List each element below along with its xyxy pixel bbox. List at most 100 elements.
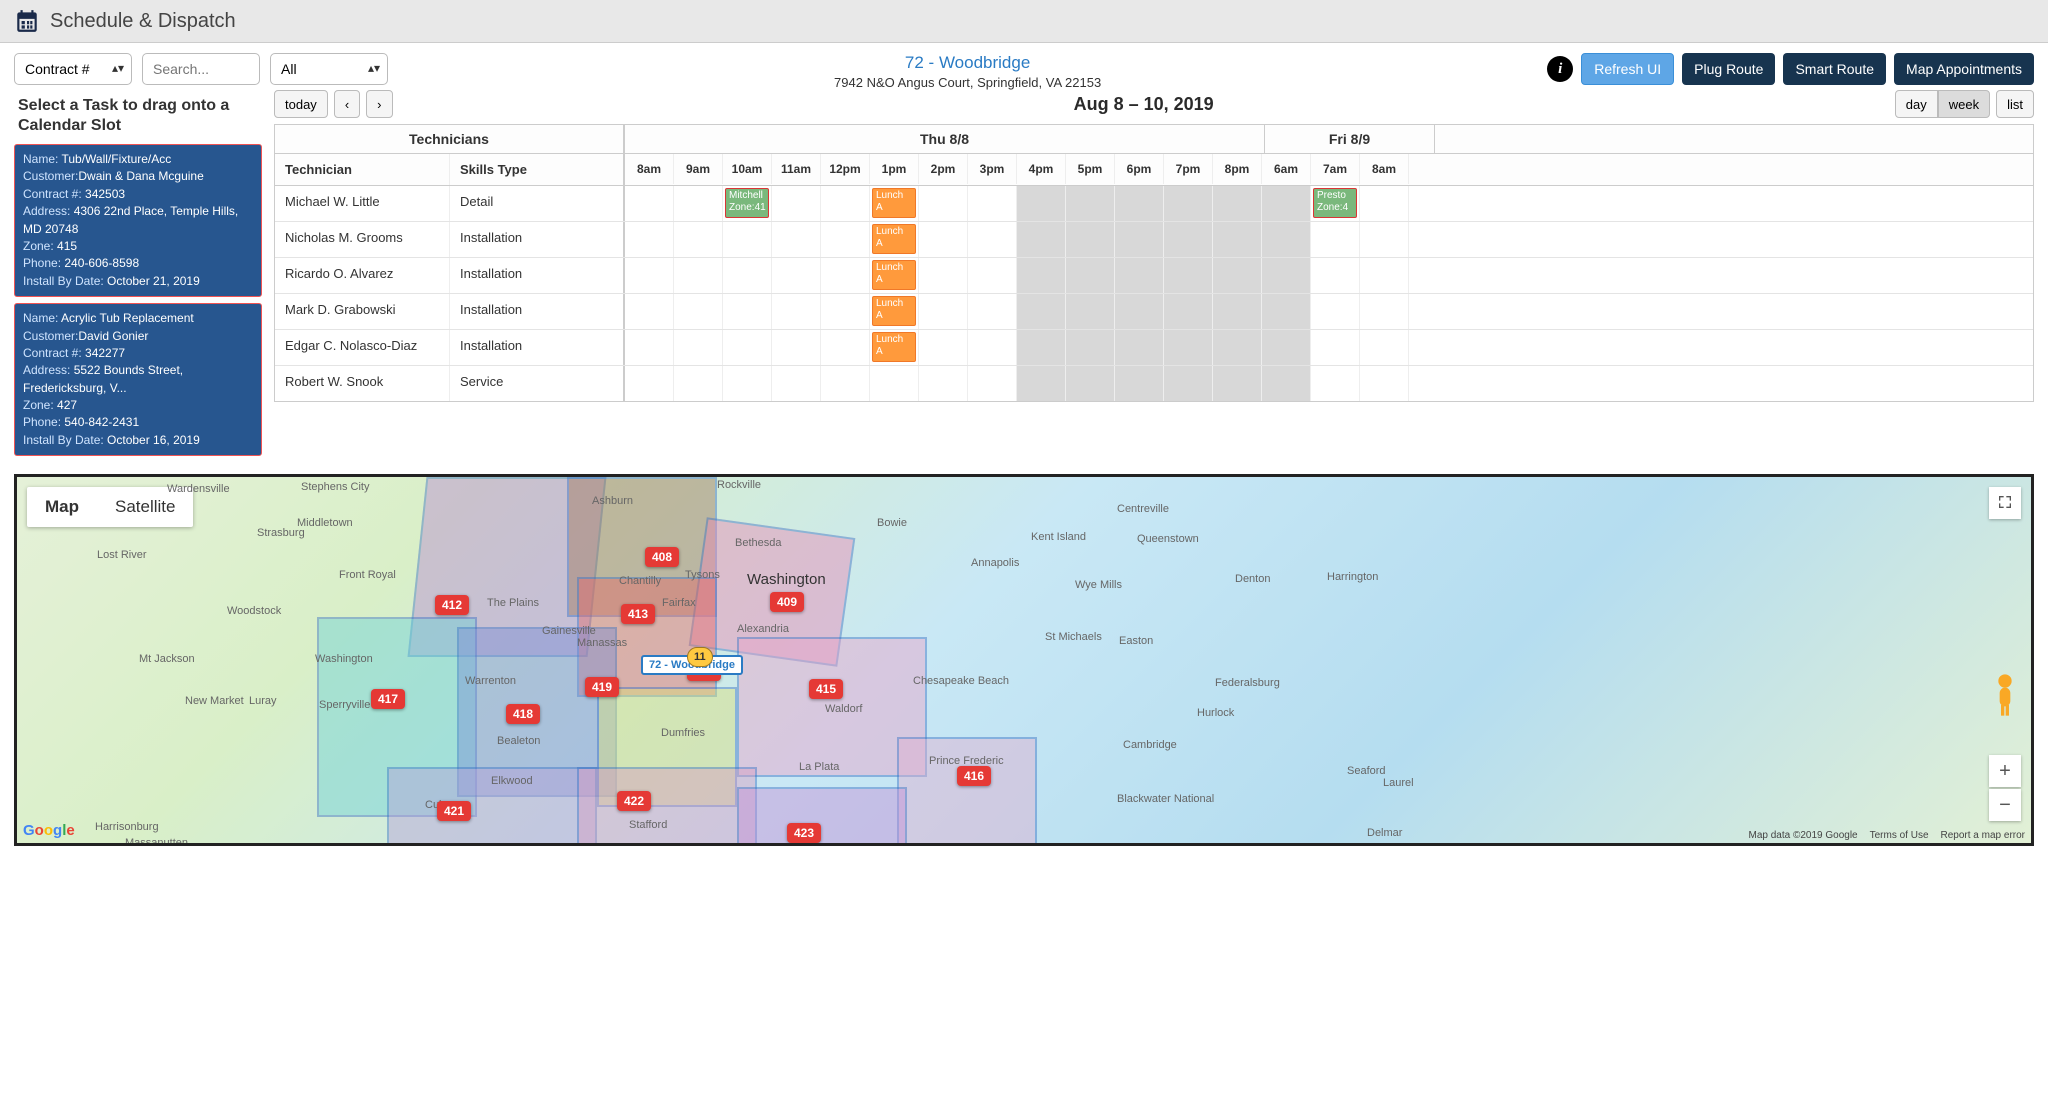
time-cell[interactable] [821, 222, 870, 257]
time-cell[interactable] [1360, 258, 1409, 293]
plug-route-button[interactable]: Plug Route [1682, 53, 1775, 85]
time-cell[interactable] [1262, 258, 1311, 293]
time-cell[interactable] [1066, 222, 1115, 257]
time-cell[interactable] [772, 186, 821, 221]
zone-marker[interactable]: 409 [770, 592, 804, 612]
day-view-button[interactable]: day [1895, 90, 1938, 118]
zone-marker[interactable]: 415 [809, 679, 843, 699]
lunch-event[interactable]: Lunch A [872, 188, 916, 218]
time-cell[interactable] [723, 330, 772, 365]
time-cell[interactable] [1213, 294, 1262, 329]
zone-marker[interactable]: 413 [621, 604, 655, 624]
time-cell[interactable] [1311, 222, 1360, 257]
time-cell[interactable] [1066, 294, 1115, 329]
map[interactable]: Map Satellite WashingtonRockvilleBethesd… [14, 474, 2034, 846]
week-view-button[interactable]: week [1938, 90, 1990, 118]
task-card[interactable]: Name: Acrylic Tub ReplacementCustomer:Da… [14, 303, 262, 456]
time-cell[interactable] [919, 330, 968, 365]
time-cell[interactable] [772, 258, 821, 293]
time-cell[interactable] [1213, 186, 1262, 221]
time-cell[interactable] [919, 222, 968, 257]
list-view-button[interactable]: list [1996, 90, 2034, 118]
time-cell[interactable] [1360, 294, 1409, 329]
lunch-event[interactable]: Lunch A [872, 296, 916, 326]
next-button[interactable]: › [366, 90, 392, 118]
time-cell[interactable] [674, 366, 723, 401]
zone-marker[interactable]: 408 [645, 547, 679, 567]
time-cell[interactable] [1017, 186, 1066, 221]
time-cell[interactable] [821, 258, 870, 293]
zoom-in-button[interactable]: + [1989, 755, 2021, 787]
prev-button[interactable]: ‹ [334, 90, 360, 118]
time-cell[interactable] [968, 222, 1017, 257]
satellite-tab[interactable]: Satellite [97, 487, 193, 527]
time-cell[interactable] [1360, 186, 1409, 221]
time-cell[interactable] [674, 186, 723, 221]
time-cell[interactable] [1115, 222, 1164, 257]
pin-marker[interactable]: 11 [687, 647, 713, 667]
time-cell[interactable] [772, 330, 821, 365]
time-cell[interactable] [1017, 330, 1066, 365]
time-cell[interactable] [1262, 222, 1311, 257]
time-cell[interactable] [1164, 294, 1213, 329]
zone-marker[interactable]: 423 [787, 823, 821, 843]
zone-marker[interactable]: 416 [957, 766, 991, 786]
appointment-event[interactable]: Mitchell Zone:41 [725, 188, 769, 218]
map-tab[interactable]: Map [27, 487, 97, 527]
time-cell[interactable] [674, 294, 723, 329]
time-cell[interactable] [772, 366, 821, 401]
smart-route-button[interactable]: Smart Route [1783, 53, 1886, 85]
time-cell[interactable] [1311, 258, 1360, 293]
time-cell[interactable] [723, 222, 772, 257]
pegman-icon[interactable] [1989, 673, 2021, 713]
time-cell[interactable] [1164, 222, 1213, 257]
time-cell[interactable] [723, 258, 772, 293]
lunch-event[interactable]: Lunch A [872, 224, 916, 254]
time-cell[interactable] [674, 222, 723, 257]
time-cell[interactable] [723, 366, 772, 401]
time-cell[interactable] [1213, 258, 1262, 293]
time-cell[interactable] [1360, 366, 1409, 401]
lunch-event[interactable]: Lunch A [872, 260, 916, 290]
time-cell[interactable] [1213, 330, 1262, 365]
time-cell[interactable] [919, 366, 968, 401]
time-cell[interactable] [1115, 258, 1164, 293]
time-cell[interactable] [625, 294, 674, 329]
time-cell[interactable] [1164, 366, 1213, 401]
time-cell[interactable] [1066, 330, 1115, 365]
zone-marker[interactable]: 419 [585, 677, 619, 697]
time-cell[interactable] [1262, 366, 1311, 401]
time-cell[interactable] [1164, 186, 1213, 221]
search-input[interactable] [142, 53, 260, 85]
time-cell[interactable] [919, 294, 968, 329]
time-cell[interactable] [821, 366, 870, 401]
time-cell[interactable] [1360, 222, 1409, 257]
time-cell[interactable] [968, 258, 1017, 293]
time-cell[interactable] [625, 330, 674, 365]
time-cell[interactable] [870, 366, 919, 401]
time-cell[interactable] [1262, 294, 1311, 329]
time-cell[interactable] [1066, 186, 1115, 221]
time-cell[interactable] [723, 294, 772, 329]
time-cell[interactable] [1262, 330, 1311, 365]
time-cell[interactable] [968, 366, 1017, 401]
map-report-link[interactable]: Report a map error [1941, 830, 2025, 841]
zoom-out-button[interactable]: − [1989, 789, 2021, 821]
time-cell[interactable] [919, 258, 968, 293]
zone-marker[interactable]: 418 [506, 704, 540, 724]
time-cell[interactable] [625, 258, 674, 293]
time-cell[interactable] [919, 186, 968, 221]
zone-marker[interactable]: 412 [435, 595, 469, 615]
time-cell[interactable] [968, 330, 1017, 365]
time-cell[interactable] [1360, 330, 1409, 365]
today-button[interactable]: today [274, 90, 328, 118]
time-cell[interactable] [674, 330, 723, 365]
time-cell[interactable] [1115, 366, 1164, 401]
time-cell[interactable] [1115, 186, 1164, 221]
time-cell[interactable] [968, 294, 1017, 329]
calendar-body[interactable]: Michael W. LittleDetailMitchell Zone:41L… [275, 186, 2033, 401]
time-cell[interactable] [1017, 366, 1066, 401]
time-cell[interactable] [625, 366, 674, 401]
time-cell[interactable] [1017, 222, 1066, 257]
time-cell[interactable] [1213, 222, 1262, 257]
